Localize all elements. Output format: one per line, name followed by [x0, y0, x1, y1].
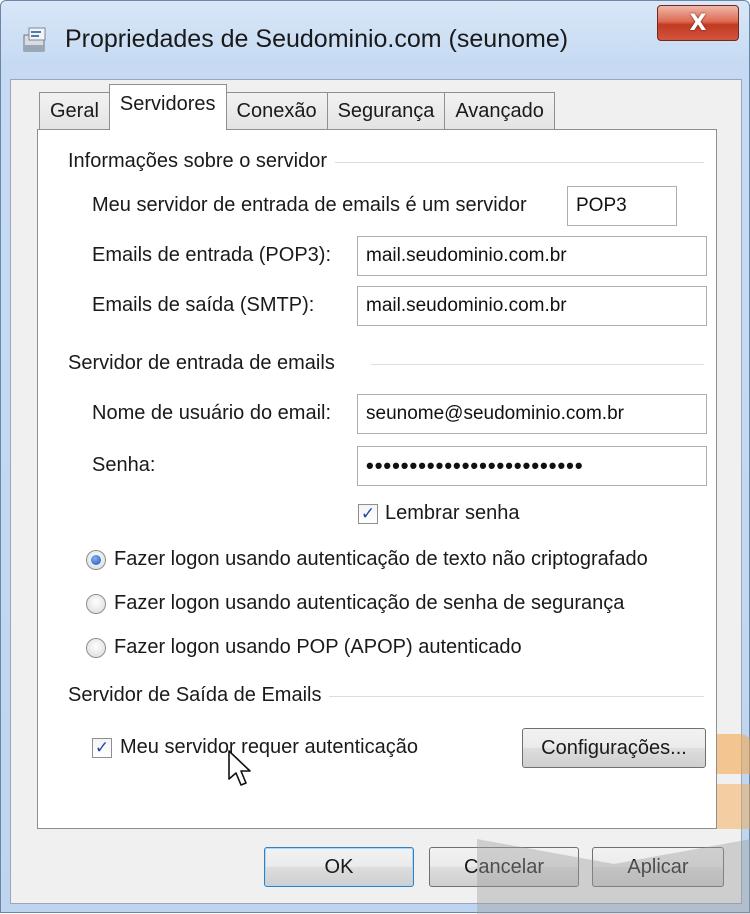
- auth-secure-password-radio[interactable]: [86, 594, 106, 614]
- check-icon: ✓: [360, 503, 376, 524]
- dialog-body: Geral Servidores Conexão Segurança Avanç…: [10, 79, 742, 904]
- tab-strip: Geral Servidores Conexão Segurança Avanç…: [39, 84, 555, 130]
- remember-password-label: Lembrar senha: [385, 502, 520, 524]
- password-field[interactable]: •••••••••••••••••••••••••: [357, 446, 707, 486]
- auth-plaintext-label: Fazer logon usando autenticação de texto…: [114, 548, 648, 570]
- incoming-server-label: Emails de entrada (POP3):: [92, 244, 331, 266]
- close-icon: X: [689, 10, 707, 36]
- tab-avancado[interactable]: Avançado: [444, 92, 555, 130]
- check-icon: ✓: [94, 737, 110, 758]
- outgoing-server-field[interactable]: mail.seudominio.com.br: [357, 286, 707, 326]
- settings-button[interactable]: Configurações...: [522, 728, 706, 768]
- title-bar[interactable]: Propriedades de Seudominio.com (seunome)…: [1, 1, 749, 79]
- incoming-type-label: Meu servidor de entrada de emails é um s…: [92, 194, 527, 216]
- username-label: Nome de usuário do email:: [92, 402, 332, 424]
- apply-button[interactable]: Aplicar: [592, 847, 724, 887]
- smtp-auth-checkbox[interactable]: ✓: [92, 738, 112, 758]
- outgoing-group-title: Servidor de Saída de Emails: [68, 684, 330, 707]
- server-info-group-title: Informações sobre o servidor: [68, 150, 336, 173]
- outgoing-server-label: Emails de saída (SMTP):: [92, 294, 315, 316]
- auth-apop-radio[interactable]: [86, 638, 106, 658]
- password-label: Senha:: [92, 454, 156, 476]
- auth-apop-label: Fazer logon usando POP (APOP) autenticad…: [114, 636, 522, 658]
- tab-geral[interactable]: Geral: [39, 92, 110, 130]
- close-button[interactable]: X: [657, 5, 739, 41]
- auth-plaintext-radio[interactable]: [86, 550, 106, 570]
- incoming-type-field[interactable]: POP3: [567, 186, 677, 226]
- properties-dialog: Propriedades de Seudominio.com (seunome)…: [0, 0, 750, 914]
- mouse-cursor-icon: [228, 750, 251, 786]
- auth-secure-password-label: Fazer logon usando autenticação de senha…: [114, 592, 625, 614]
- cancel-button[interactable]: Cancelar: [429, 847, 579, 887]
- window-title: Propriedades de Seudominio.com (seunome): [65, 25, 569, 53]
- smtp-auth-label: Meu servidor requer autenticação: [120, 736, 418, 758]
- ok-button[interactable]: OK: [264, 847, 414, 887]
- username-field[interactable]: seunome@seudominio.com.br: [357, 394, 707, 434]
- tab-servidores[interactable]: Servidores: [108, 84, 227, 130]
- remember-password-checkbox[interactable]: ✓: [358, 504, 378, 524]
- incoming-group-title: Servidor de entrada de emails: [68, 352, 371, 375]
- mail-properties-icon: [23, 27, 46, 52]
- tab-seguranca[interactable]: Segurança: [326, 92, 446, 130]
- tab-conexao[interactable]: Conexão: [225, 92, 328, 130]
- servidores-panel: Informações sobre o servidor Meu servido…: [37, 129, 717, 829]
- incoming-server-field[interactable]: mail.seudominio.com.br: [357, 236, 707, 276]
